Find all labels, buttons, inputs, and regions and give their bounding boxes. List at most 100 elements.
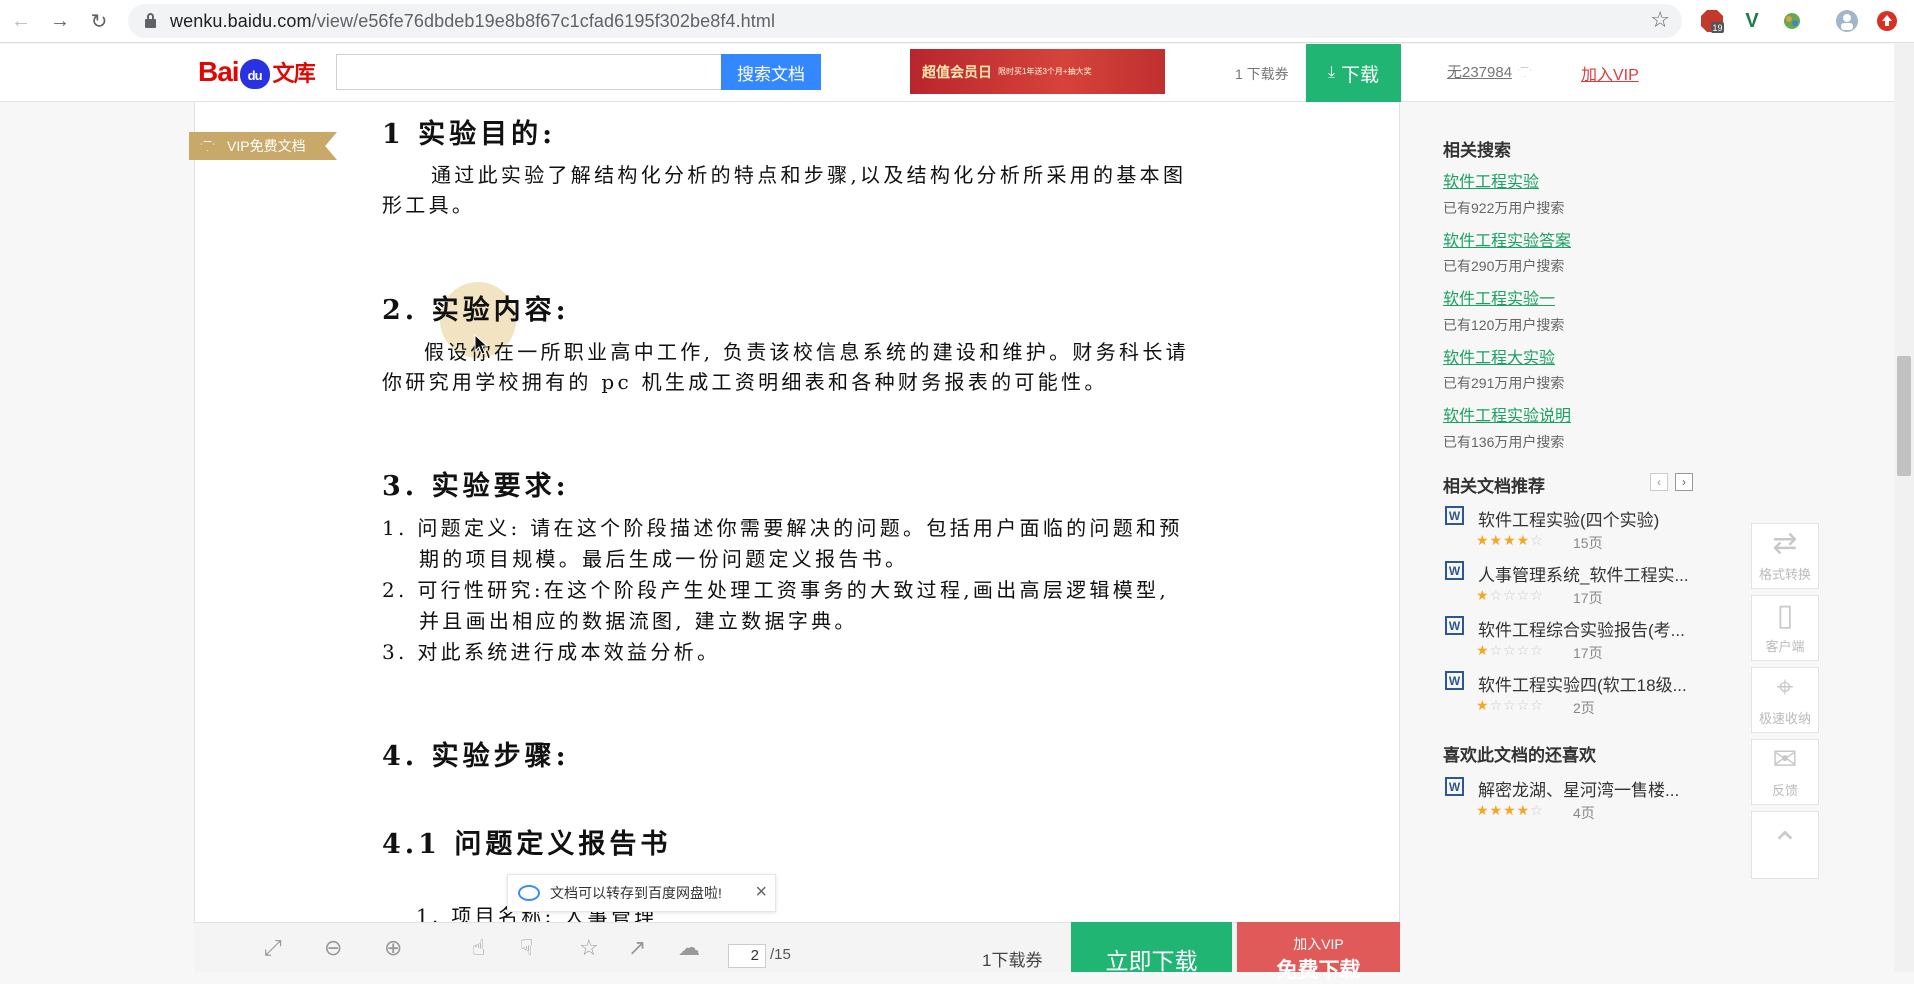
word-doc-icon: W [1445,561,1464,580]
adblock-extension-icon[interactable]: 19 [1698,7,1726,35]
back-to-top-icon[interactable]: ⌃ [1751,811,1819,879]
word-doc-icon: W [1445,671,1464,690]
download-label: 下载 [1341,64,1380,86]
rating-stars: ★★★★☆ [1476,532,1544,548]
url-domain: wenku.baidu.com [170,10,312,31]
baidu-wenku-logo[interactable]: Bai du 文库 [198,50,316,94]
next-page-icon[interactable]: › [1675,473,1693,491]
back-icon[interactable]: ← [3,3,39,39]
banner-title: 超值会员日 [922,63,992,80]
related-doc-title[interactable]: 软件工程实验四(软工18级... [1478,671,1687,696]
banner-subtitle: 限时买1年送3个月+抽大奖 [998,67,1092,76]
related-search-title: 相关搜索 [1443,141,1511,160]
search-input[interactable] [336,54,722,90]
download-button[interactable]: ⤓ 下载 [1306,44,1401,102]
page-count: 17页 [1573,590,1603,606]
browser-toolbar: ← → ↻ wenku.baidu.com/view/e56fe76dbdeb1… [0,0,1914,43]
mouse-cursor-icon [474,334,488,355]
also-like-doc-title[interactable]: 解密龙湖、星河湾一售楼... [1478,776,1679,801]
vip-promo-banner[interactable]: 超值会员日 限时买1年送3个月+抽大奖 [910,49,1165,94]
search-button[interactable]: 搜索文档 [721,54,821,90]
heading-steps: 4. 实验步骤: [382,741,570,772]
related-doc-title[interactable]: 软件工程实验(四个实验) [1478,506,1659,531]
free-dl-vip-label: 加入VIP [1293,936,1344,952]
page-count: 2页 [1573,700,1595,716]
profile-avatar-icon[interactable] [1833,7,1861,35]
float-button-label: 极速收纳 [1758,711,1811,726]
join-vip-link[interactable]: 加入VIP [1581,61,1639,85]
netdisk-icon[interactable]: ☁ [678,935,700,961]
related-search-link[interactable]: 软件工程实验答案 [1443,227,1571,251]
scrollbar-thumb[interactable] [1897,356,1911,476]
rating-stars: ★☆☆☆☆ [1476,587,1544,603]
also-like-title: 喜欢此文档的还喜欢 [1443,746,1596,765]
zoom-in-icon[interactable]: ⊕ [384,935,402,961]
download-now-button[interactable]: 立即下载 [1071,922,1232,974]
close-icon[interactable]: × [755,881,767,904]
bottom-coupon-count: 1下载券 [982,951,1043,970]
vip-free-doc-tag: VIP免费文档 [189,132,337,160]
word-doc-icon: W [1445,777,1464,796]
rating-stars: ★★★★☆ [1476,802,1544,818]
related-search-link[interactable]: 软件工程大实验 [1443,344,1555,368]
free-dl-label: 免费下载 [1276,959,1361,982]
dislike-icon[interactable]: ☟ [520,935,533,961]
share-icon[interactable]: ↗ [628,935,646,961]
list-item: 期的项目规模。最后生成一份问题定义报告书。 [419,547,909,571]
format-convert-button[interactable]: ⇄ 格式转换 [1751,523,1819,589]
vip-tag-label: VIP免费文档 [227,138,306,154]
paragraph: 你研究用学校拥有的 pc 机生成工资明细表和各种财务报表的可能性。 [382,370,1108,394]
globe-extension-icon[interactable] [1778,7,1806,35]
vip-diamond-icon [1518,67,1532,77]
client-app-button[interactable]: ▯ 客户端 [1751,595,1819,661]
logo-text: Bai [198,56,240,87]
search-count: 已有922万用户搜索 [1443,200,1565,216]
feedback-button[interactable]: ✉ 反馈 [1751,739,1819,805]
reload-icon[interactable]: ↻ [81,3,117,39]
save-to-netdisk-toast: 文档可以转存到百度网盘啦! × [507,874,776,912]
like-icon[interactable]: ☝ [472,935,485,961]
prev-page-icon[interactable]: ‹ [1650,473,1668,491]
forward-icon[interactable]: → [42,3,78,39]
related-search-link[interactable]: 软件工程实验 [1443,168,1539,192]
related-doc-title[interactable]: 软件工程综合实验报告(考... [1478,616,1685,641]
extension-badge: 19 [1712,23,1722,33]
paragraph: 形工具。 [382,193,476,217]
quick-save-button[interactable]: ⌖ 极速收纳 [1751,667,1819,733]
address-bar[interactable]: wenku.baidu.com/view/e56fe76dbdeb19e8b8f… [128,4,1682,38]
float-button-label: 格式转换 [1758,567,1811,582]
related-doc-title[interactable]: 人事管理系统_软件工程实... [1478,561,1689,586]
favorite-star-icon[interactable]: ☆ [579,935,599,961]
username-link[interactable]: 无237984 [1447,61,1532,82]
lock-icon [145,13,156,28]
heading-content: 2. 实验内容: [382,295,570,326]
related-search-link[interactable]: 软件工程实验说明 [1443,402,1571,426]
page-count: 15页 [1573,535,1603,551]
zoom-out-icon[interactable]: ⊖ [324,935,342,961]
page-count: 17页 [1573,645,1603,661]
logo-wenku-text: 文库 [272,61,316,86]
coupon-count: 1 下载券 [1235,66,1289,82]
page-scrollbar[interactable] [1894,44,1914,972]
search-count: 已有290万用户搜索 [1443,258,1565,274]
list-item: 1. 问题定义: 请在这个阶段描述你需要解决的问题。包括用户面临的问题和预 [382,516,1183,540]
download-icon: ⤓ [1327,64,1336,81]
bookmark-star-icon[interactable]: ☆ [1650,7,1670,33]
page-number-input[interactable]: 2 [728,944,766,968]
word-doc-icon: W [1445,616,1464,635]
swap-arrows-icon: ⇄ [1772,527,1798,560]
url-path: /view/e56fe76dbdeb19e8b8f67c1cfad6195f30… [311,10,776,31]
heading-objective: 1 实验目的: [382,119,557,150]
fullscreen-icon[interactable]: ⤢ [264,935,282,961]
crop-icon: ⌖ [1776,671,1794,704]
vue-extension-icon[interactable]: V [1738,7,1766,35]
rating-stars: ★☆☆☆☆ [1476,642,1544,658]
list-item: 并且画出相应的数据流图, 建立数据字典。 [419,609,858,633]
url-text[interactable]: wenku.baidu.com/view/e56fe76dbdeb19e8b8f… [170,11,775,32]
update-icon[interactable] [1873,7,1901,35]
related-search-link[interactable]: 软件工程实验一 [1443,285,1555,309]
rating-stars: ★☆☆☆☆ [1476,697,1544,713]
related-docs-title: 相关文档推荐 [1443,477,1545,496]
vip-free-download-button[interactable]: 加入VIP 免费下载 [1237,922,1400,982]
heading-requirements: 3. 实验要求: [382,471,570,502]
